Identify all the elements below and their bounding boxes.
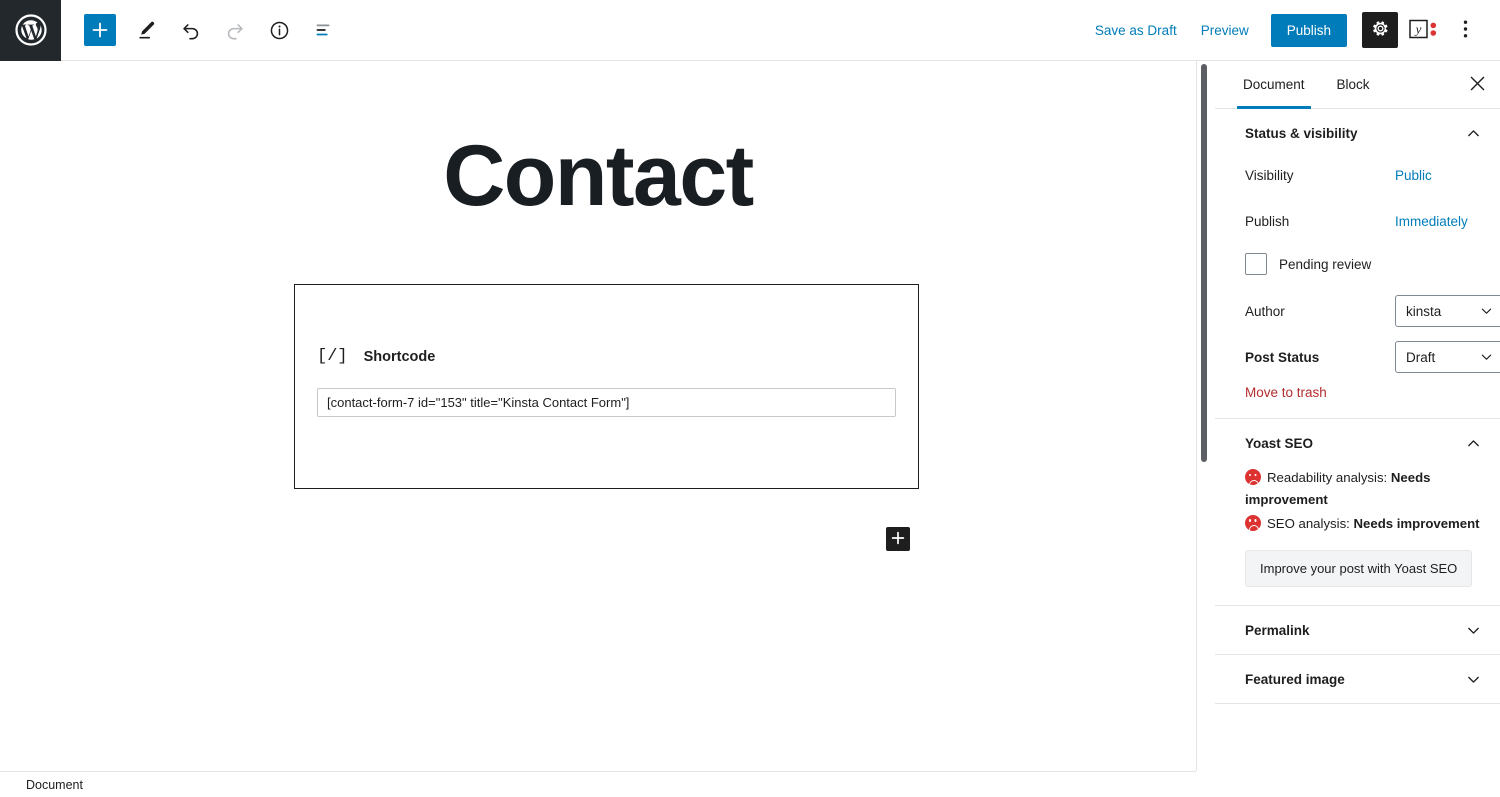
panel-status-visibility-body: Visibility Public Publish Immediately Pe… (1215, 157, 1500, 418)
info-circle-icon (269, 20, 290, 41)
pending-review-checkbox[interactable] (1245, 253, 1267, 275)
shortcode-icon: [/] (317, 347, 348, 366)
shortcode-block-inner: [/] Shortcode (295, 285, 918, 417)
tab-block[interactable]: Block (1321, 61, 1386, 108)
vertical-ellipsis-icon (1463, 19, 1468, 42)
settings-sidebar: Document Block Status & visibility Visib… (1196, 61, 1500, 771)
sad-face-icon (1245, 514, 1261, 531)
editor-bottom-bar: Document (0, 771, 1196, 797)
seo-analysis-row: SEO analysis: Needs improvement (1245, 513, 1482, 535)
sidebar-scrollbar[interactable] (1201, 64, 1207, 462)
chevron-down-icon (1465, 671, 1482, 688)
shortcode-block-label: Shortcode (363, 348, 436, 365)
wordpress-block-editor: Save as Draft Preview Publish y Contact … (0, 0, 1500, 797)
move-to-trash-button[interactable]: Move to trash (1245, 385, 1327, 400)
close-icon (1470, 76, 1485, 94)
readability-analysis-label: Readability analysis: (1267, 470, 1391, 485)
yoast-seo-button[interactable]: y (1406, 12, 1442, 48)
block-navigation-button[interactable] (304, 11, 342, 49)
editor-tools (61, 11, 348, 49)
author-select-wrap: kinsta (1395, 295, 1500, 327)
panel-permalink-title: Permalink (1245, 622, 1310, 638)
close-sidebar-button[interactable] (1454, 61, 1500, 108)
panel-status-visibility-title: Status & visibility (1245, 125, 1358, 141)
readability-analysis-row: Readability analysis: Needs improvement (1245, 467, 1482, 511)
shortcode-input[interactable] (317, 388, 896, 417)
post-status-row: Post Status Draft (1245, 339, 1500, 375)
wordpress-logo-button[interactable] (0, 0, 61, 61)
plus-icon (91, 21, 109, 39)
inserter-add-block-button[interactable] (886, 527, 910, 551)
svg-text:y: y (1414, 21, 1422, 36)
post-status-select[interactable]: Draft (1395, 341, 1500, 373)
preview-button[interactable]: Preview (1189, 15, 1261, 46)
redo-icon (224, 19, 246, 41)
author-label: Author (1245, 303, 1285, 319)
post-status-select-wrap: Draft (1395, 341, 1500, 373)
undo-button[interactable] (172, 11, 210, 49)
redo-button[interactable] (216, 11, 254, 49)
shortcode-block-header: [/] Shortcode (317, 347, 896, 366)
breadcrumb[interactable]: Document (26, 778, 83, 792)
save-draft-button[interactable]: Save as Draft (1083, 15, 1189, 46)
panel-permalink: Permalink (1215, 606, 1500, 656)
more-options-button[interactable] (1448, 12, 1482, 48)
chevron-down-icon (1465, 622, 1482, 639)
post-title[interactable]: Contact (0, 133, 1196, 219)
panel-featured-image-title: Featured image (1245, 671, 1345, 687)
gear-icon (1371, 19, 1390, 41)
settings-button[interactable] (1362, 12, 1398, 48)
editor-top-bar: Save as Draft Preview Publish y (0, 0, 1500, 61)
panel-featured-image-header[interactable]: Featured image (1215, 655, 1500, 703)
panel-permalink-header[interactable]: Permalink (1215, 606, 1500, 654)
shortcode-block[interactable]: [/] Shortcode (294, 284, 919, 489)
top-bar-actions: Save as Draft Preview Publish y (1083, 12, 1500, 48)
post-status-label: Post Status (1245, 349, 1320, 365)
panel-status-visibility: Status & visibility Visibility Public Pu… (1215, 109, 1500, 419)
seo-analysis-label: SEO analysis: (1267, 515, 1354, 531)
sidebar-inner: Document Block Status & visibility Visib… (1197, 61, 1500, 705)
pending-review-row: Pending review (1245, 253, 1482, 275)
panel-yoast-seo: Yoast SEO Readability analysis: Needs im… (1215, 419, 1500, 607)
plus-icon (891, 531, 905, 548)
content-info-button[interactable] (260, 11, 298, 49)
author-row: Author kinsta (1245, 293, 1500, 329)
chevron-up-icon (1465, 435, 1482, 452)
publish-button[interactable]: Publish (1270, 13, 1347, 47)
publish-date-row: Publish Immediately (1245, 203, 1482, 239)
tab-document[interactable]: Document (1227, 61, 1321, 109)
undo-icon (180, 19, 202, 41)
sidebar-tabs: Document Block (1215, 61, 1500, 109)
pending-review-label[interactable]: Pending review (1279, 257, 1371, 272)
visibility-label: Visibility (1245, 167, 1294, 183)
edit-mode-button[interactable] (128, 11, 166, 49)
add-block-button[interactable] (84, 14, 116, 46)
panel-status-visibility-header[interactable]: Status & visibility (1215, 109, 1500, 157)
editor-canvas: Contact [/] Shortcode (0, 61, 1196, 771)
yoast-seo-icon: y (1409, 18, 1439, 43)
sad-face-icon (1245, 469, 1261, 485)
chevron-up-icon (1465, 125, 1482, 142)
visibility-value-button[interactable]: Public (1395, 168, 1432, 183)
panel-featured-image: Featured image (1215, 655, 1500, 705)
pencil-icon (136, 19, 158, 41)
panel-yoast-seo-header[interactable]: Yoast SEO (1215, 419, 1500, 467)
list-view-icon (312, 19, 334, 41)
publish-date-label: Publish (1245, 213, 1290, 229)
wordpress-logo-icon (14, 14, 47, 46)
seo-analysis-value: Needs improvement (1353, 515, 1480, 531)
improve-post-button[interactable]: Improve your post with Yoast SEO (1245, 550, 1473, 588)
visibility-row: Visibility Public (1245, 157, 1482, 193)
publish-date-value-button[interactable]: Immediately (1395, 214, 1468, 229)
panel-yoast-seo-body: Readability analysis: Needs improvement … (1215, 467, 1500, 605)
panel-yoast-seo-title: Yoast SEO (1245, 435, 1314, 451)
author-select[interactable]: kinsta (1395, 295, 1500, 327)
